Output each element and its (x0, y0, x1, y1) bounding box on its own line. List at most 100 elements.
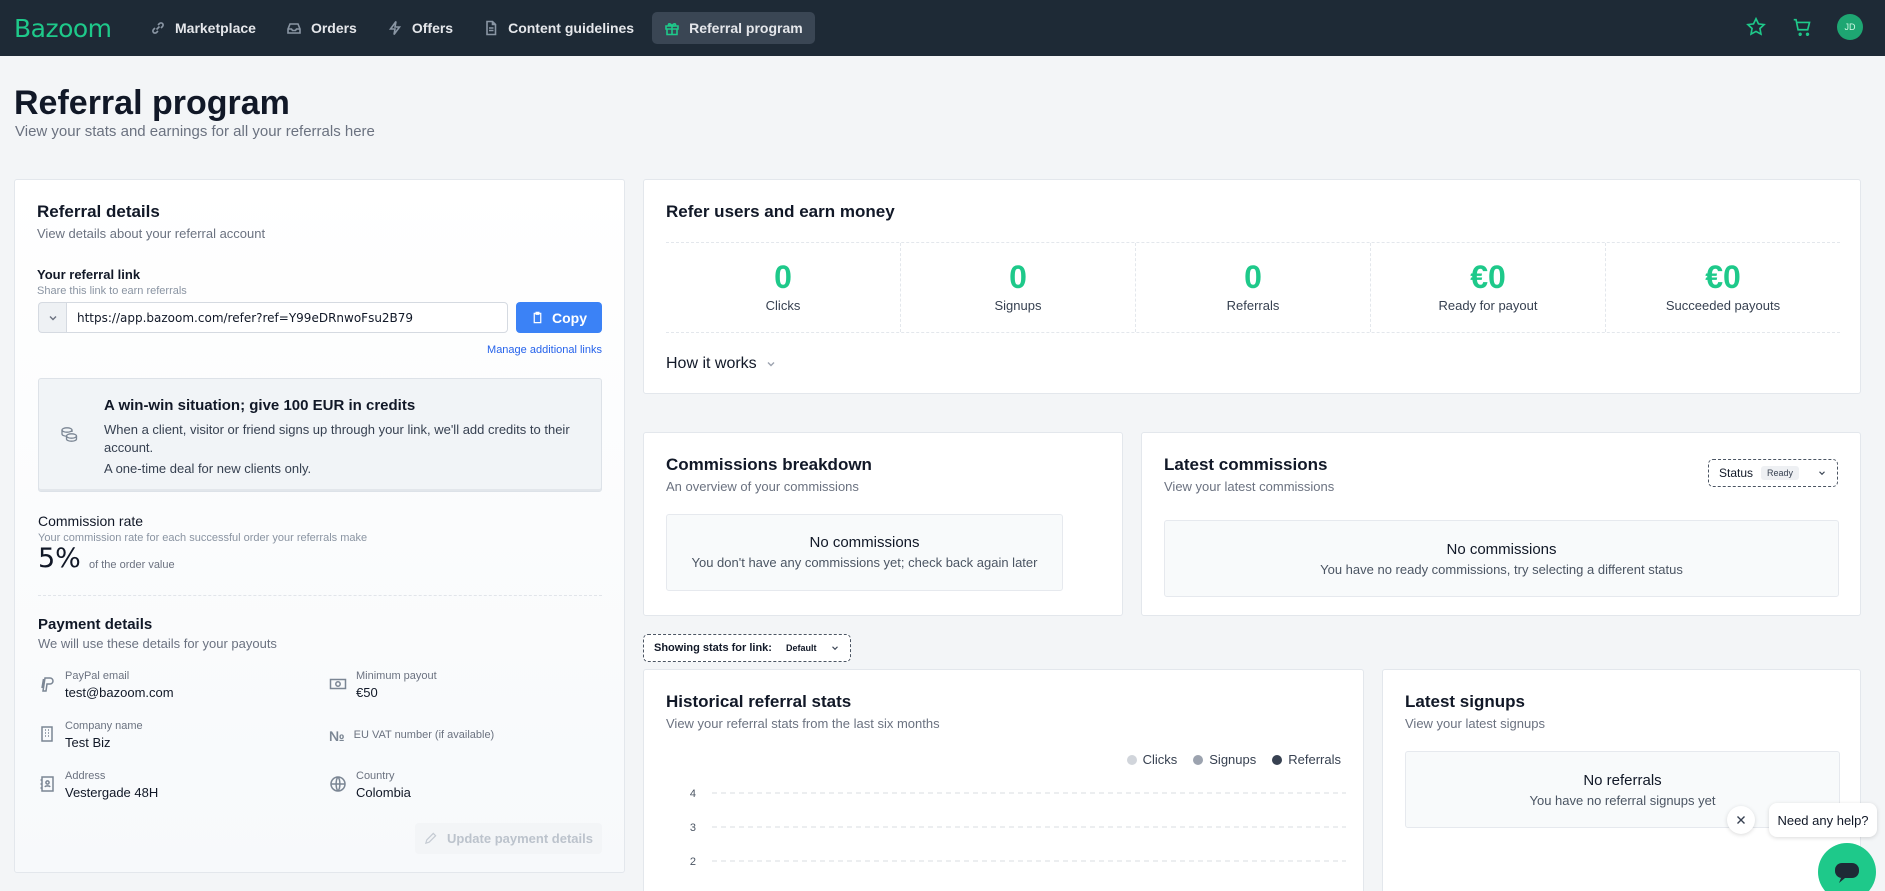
stat-label: Clicks (765, 298, 801, 313)
legend-dot (1272, 755, 1283, 765)
card-title: Refer users and earn money (666, 202, 895, 221)
chart-legend: Clicks Signups Referrals (1126, 752, 1341, 767)
card-subtitle: View your latest signups (1405, 716, 1545, 731)
manage-links-link[interactable]: Manage additional links (487, 344, 602, 356)
company-name-value: Test Biz (65, 735, 111, 750)
copy-label: Copy (552, 309, 587, 326)
number-sign-icon: № (329, 728, 345, 744)
legend-dot (1193, 755, 1204, 765)
chat-button[interactable] (1818, 843, 1876, 891)
paypal-email-field: PayPal email test@bazoom.com (38, 670, 174, 700)
pencil-icon (425, 832, 437, 845)
y-tick-label: 3 (690, 822, 696, 834)
company-name-label: Company name (65, 720, 143, 732)
empty-state: No commissions You have no ready commiss… (1164, 520, 1839, 597)
nav-item-marketplace[interactable]: Marketplace (138, 12, 268, 44)
stat-signups: 0 Signups (901, 243, 1136, 332)
chat-icon (1835, 863, 1859, 883)
nav-item-label: Marketplace (175, 20, 256, 36)
stat-value: 0 (1009, 259, 1027, 295)
inbox-icon (287, 23, 301, 34)
card-title: Historical referral stats (666, 692, 852, 711)
referral-link-hint: Share this link to earn referrals (37, 285, 187, 297)
link-icon (152, 22, 164, 34)
update-payment-label: Update payment details (447, 831, 593, 846)
chevron-down-icon (1819, 471, 1825, 476)
historical-chart: 4 3 2 (690, 788, 1346, 868)
card-title: Referral details (37, 202, 160, 221)
commissions-breakdown-card: Commissions breakdown An overview of you… (643, 432, 1123, 616)
link-selector[interactable] (38, 302, 66, 333)
document-icon (486, 20, 497, 36)
link-stats-value: Default (785, 643, 817, 653)
card-title: Latest signups (1405, 692, 1525, 711)
page-title: Referral program (14, 84, 290, 122)
company-name-field: Company name Test Biz (38, 720, 143, 750)
latest-commissions-card: Latest commissions View your latest comm… (1141, 432, 1861, 616)
legend-item-signups[interactable]: Signups (1193, 752, 1256, 767)
winwin-box: A win-win situation; give 100 EUR in cre… (38, 378, 602, 492)
stat-label: Signups (994, 298, 1042, 313)
address-book-icon (40, 776, 54, 792)
card-title: Commissions breakdown (666, 455, 872, 474)
nav-item-label: Offers (411, 20, 454, 36)
referral-link-input[interactable]: https://app.bazoom.com/refer?ref=Y99eDRn… (66, 302, 508, 333)
winwin-note: A one-time deal for new clients only. (104, 461, 312, 476)
nav-item-content-guidelines[interactable]: Content guidelines (471, 12, 646, 44)
winwin-text: When a client, visitor or friend signs u… (104, 422, 570, 455)
help-bubble[interactable]: Need any help? (1769, 803, 1877, 837)
vat-number-field: № EU VAT number (if available) (329, 728, 495, 744)
historical-stats-card: Historical referral stats View your refe… (643, 669, 1364, 891)
empty-title: No commissions (809, 534, 920, 551)
vat-number-label: EU VAT number (if available) (353, 729, 495, 741)
update-payment-button[interactable]: Update payment details (415, 823, 602, 854)
status-badge: Ready (1761, 466, 1800, 480)
cart-icon[interactable] (1791, 16, 1813, 38)
chevron-down-icon (767, 362, 775, 367)
nav-item-orders[interactable]: Orders (274, 12, 369, 44)
status-label: Status (1719, 466, 1754, 480)
divider (38, 595, 602, 596)
page-subtitle: View your stats and earnings for all you… (15, 123, 375, 140)
stat-clicks: 0 Clicks (666, 243, 901, 332)
payment-details-title: Payment details (38, 616, 153, 633)
minimum-payout-field: Minimum payout €50 (329, 670, 437, 700)
stat-succeeded-payouts: €0 Succeeded payouts (1606, 243, 1840, 332)
how-it-works-toggle[interactable]: How it works (666, 355, 777, 373)
empty-state: No commissions You don't have any commis… (666, 514, 1063, 591)
commission-rate-value: 5% (38, 543, 81, 574)
commission-rate-label: Commission rate (38, 513, 144, 529)
link-stats-selector[interactable]: Showing stats for link: Default (643, 634, 852, 662)
commission-rate-suffix: of the order value (89, 559, 175, 571)
nav-item-label: Orders (310, 20, 357, 36)
payment-details-subtitle: We will use these details for your payou… (38, 636, 277, 651)
legend-item-clicks[interactable]: Clicks (1126, 752, 1177, 767)
copy-button[interactable]: Copy (516, 302, 602, 333)
latest-signups-card: Latest signups View your latest signups … (1382, 669, 1861, 891)
logo[interactable]: Bazoom (14, 14, 112, 43)
stat-value: 0 (1244, 259, 1262, 295)
minimum-payout-label: Minimum payout (356, 670, 437, 682)
minimum-payout-value: €50 (356, 685, 378, 700)
chevron-down-icon (832, 646, 839, 651)
stats-row: 0 Clicks 0 Signups 0 Referrals €0 Ready for … (666, 242, 1840, 333)
address-label: Address (65, 770, 106, 782)
legend-label: Referrals (1288, 752, 1341, 767)
nav-item-label: Referral program (689, 20, 803, 36)
close-icon (1737, 816, 1745, 824)
gift-icon (665, 23, 679, 36)
nav-item-offers[interactable]: Offers (375, 12, 465, 44)
stat-value: 0 (774, 259, 792, 295)
country-label: Country (356, 770, 395, 782)
nav-item-referral-program[interactable]: Referral program (652, 12, 815, 44)
help-close-button[interactable] (1727, 806, 1755, 834)
paypal-email-value: test@bazoom.com (65, 685, 174, 700)
nav-item-label: Content guidelines (508, 20, 635, 36)
how-it-works-label: How it works (666, 355, 757, 372)
banknote-icon (329, 678, 347, 690)
avatar[interactable]: JD (1837, 14, 1863, 40)
status-filter[interactable]: Status Ready (1708, 459, 1838, 487)
star-icon[interactable] (1745, 16, 1767, 38)
legend-item-referrals[interactable]: Referrals (1272, 752, 1341, 767)
y-tick-label: 2 (690, 856, 696, 868)
